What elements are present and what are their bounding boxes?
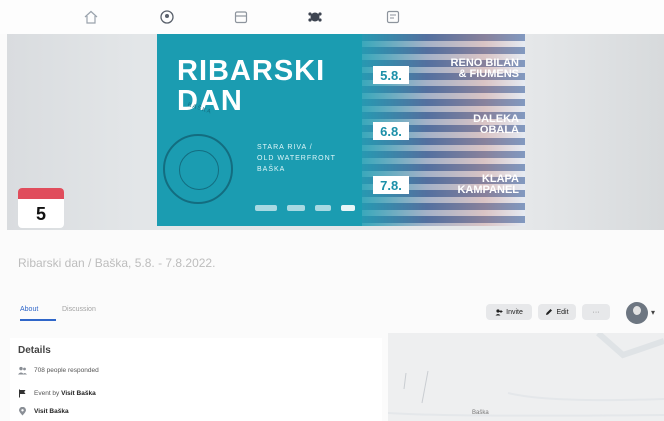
groups-icon[interactable] xyxy=(306,8,324,26)
tab-discussion[interactable]: Discussion xyxy=(62,306,96,313)
invite-button[interactable]: Invite xyxy=(486,304,532,320)
flag-icon xyxy=(19,389,26,398)
gaming-icon[interactable] xyxy=(384,8,402,26)
map-roads xyxy=(388,333,664,417)
invite-icon xyxy=(495,309,503,316)
chevron-down-icon[interactable]: ▾ xyxy=(651,308,655,317)
sponsor-logo xyxy=(255,205,277,211)
invite-button-label: Invite xyxy=(506,308,523,316)
sponsor-logo xyxy=(287,205,305,211)
event-banner-image: RIBARSKI DAN STARA RIVA / OLD WATERFRONT… xyxy=(157,34,525,226)
edit-button[interactable]: Edit xyxy=(538,304,576,320)
lineup-performer: KLAPA KAMPANEL xyxy=(419,174,519,196)
lineup-date: 6.8. xyxy=(373,122,409,140)
lineup-date: 5.8. xyxy=(373,66,409,84)
pencil-icon xyxy=(546,309,553,315)
performer-line: OBALA xyxy=(479,124,519,136)
avatar[interactable] xyxy=(626,302,648,324)
location-pin-icon xyxy=(19,407,26,416)
calendar-month-strip xyxy=(18,188,64,199)
event-date-badge: 5 xyxy=(18,188,64,228)
sponsor-logos xyxy=(255,202,361,214)
banner-venue: STARA RIVA / OLD WATERFRONT BAŠKA xyxy=(257,142,367,175)
location-link[interactable]: Visit Baška xyxy=(34,408,69,415)
location-row: Visit Baška xyxy=(18,407,69,416)
more-options-button[interactable]: ··· xyxy=(582,304,610,320)
event-title: Ribarski dan / Baška, 5.8. - 7.8.2022. xyxy=(18,256,216,270)
store-icon[interactable] xyxy=(232,8,250,26)
banner-stamp-logo xyxy=(163,134,233,204)
host-row: Event by Visit Baška xyxy=(18,389,96,398)
people-icon xyxy=(18,366,27,375)
lineup-performer: DALEKA OBALA xyxy=(419,114,519,136)
lineup-date: 7.8. xyxy=(373,176,409,194)
banner-venue-line1: STARA RIVA / xyxy=(257,144,313,151)
event-cover: RIBARSKI DAN STARA RIVA / OLD WATERFRONT… xyxy=(7,34,664,230)
top-navigation xyxy=(0,0,664,34)
performer-line: & FIUMENS xyxy=(458,68,520,80)
details-heading: Details xyxy=(18,345,51,356)
host-text: Event by Visit Baška xyxy=(34,390,96,397)
friends-icon[interactable] xyxy=(158,8,176,26)
banner-venue-line3: BAŠKA xyxy=(257,166,286,173)
banner-title-line1: RIBARSKI xyxy=(177,55,326,87)
host-name-link[interactable]: Visit Baška xyxy=(61,390,96,397)
sponsor-logo xyxy=(341,205,355,211)
lineup-performer: RENO BILAN & FIUMENS xyxy=(419,58,519,80)
home-icon[interactable] xyxy=(82,8,100,26)
performer-line: KAMPANEL xyxy=(457,184,519,196)
host-prefix: Event by xyxy=(34,390,60,397)
details-card: Details 708 people responded Event by Vi… xyxy=(10,338,382,421)
banner-venue-line2: OLD WATERFRONT xyxy=(257,155,336,162)
more-icon: ··· xyxy=(592,308,600,316)
tab-about[interactable]: About xyxy=(20,306,57,321)
edit-button-label: Edit xyxy=(556,308,569,316)
sponsor-logo xyxy=(315,205,331,211)
event-location-map[interactable]: Baška xyxy=(388,333,664,421)
map-label: Baška xyxy=(472,410,489,416)
calendar-day: 5 xyxy=(35,204,46,224)
responded-text: 708 people responded xyxy=(34,367,99,374)
responded-row: 708 people responded xyxy=(18,366,99,375)
